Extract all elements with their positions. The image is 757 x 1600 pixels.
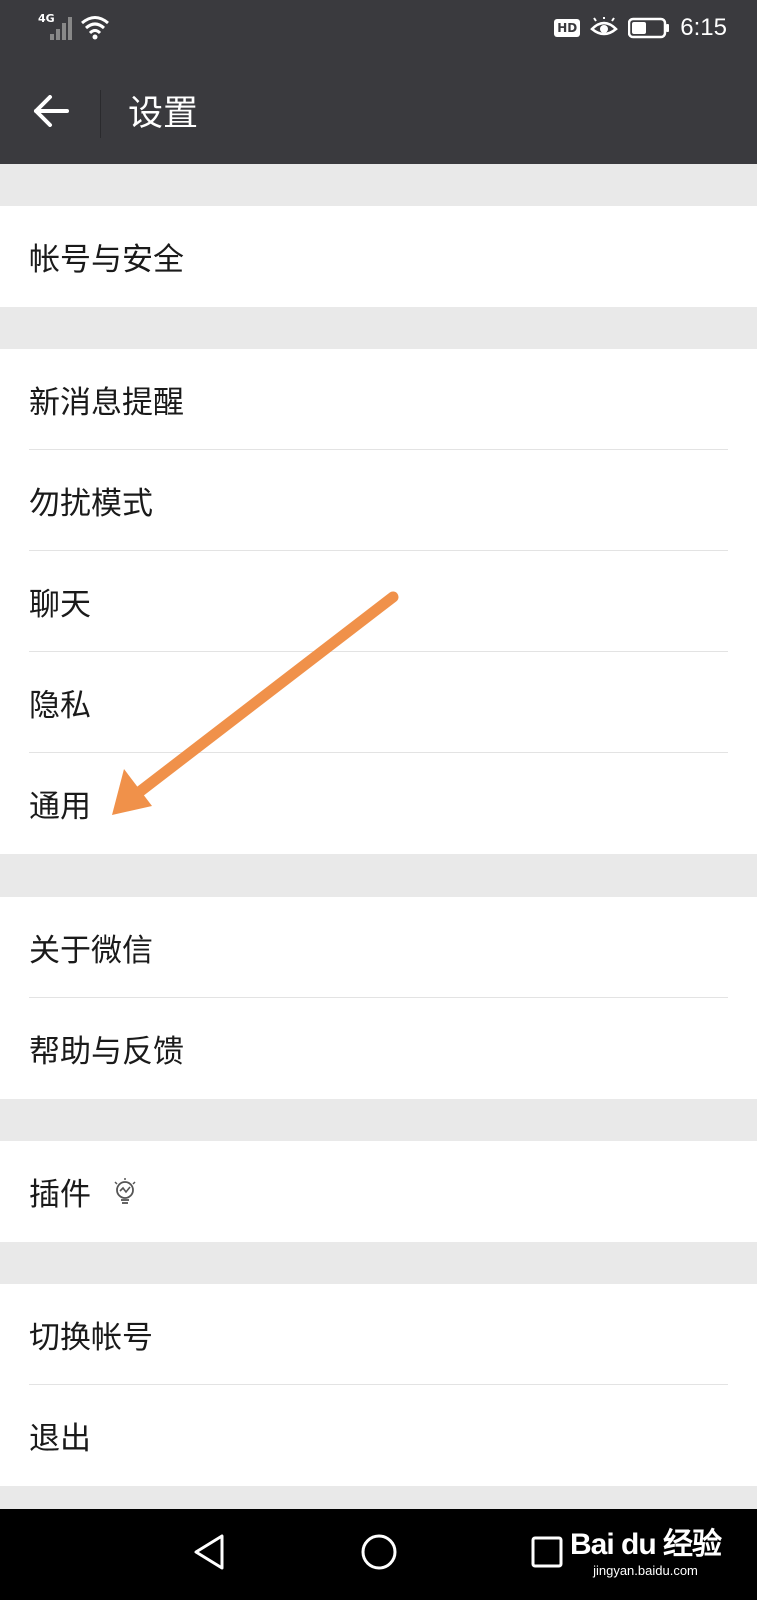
eye-icon	[590, 16, 619, 39]
status-left: 4G	[38, 12, 110, 40]
nav-recents-button[interactable]	[522, 1529, 572, 1579]
app-bar-divider	[100, 90, 101, 138]
settings-item-privacy[interactable]: 隐私	[0, 652, 757, 753]
page-title: 设置	[128, 94, 199, 134]
settings-item-switch-account[interactable]: 切换帐号	[0, 1284, 757, 1385]
settings-item-about-wechat[interactable]: 关于微信	[0, 897, 757, 998]
settings-group-logout: 切换帐号 退出	[0, 1284, 757, 1486]
settings-item-help-feedback[interactable]: 帮助与反馈	[0, 998, 757, 1099]
nav-back-button[interactable]	[185, 1529, 235, 1579]
battery-icon	[628, 17, 670, 39]
settings-item-label: 帮助与反馈	[29, 1034, 184, 1070]
settings-item-do-not-disturb[interactable]: 勿扰模式	[0, 450, 757, 551]
signal-icon: 4G	[38, 12, 74, 40]
settings-item-label: 切换帐号	[29, 1320, 153, 1356]
settings-item-chat[interactable]: 聊天	[0, 551, 757, 652]
baidu-watermark: Bai du 经验 jingyan.baidu.com	[569, 1519, 722, 1578]
hd-icon: HD	[554, 19, 581, 37]
settings-item-label: 关于微信	[29, 933, 153, 969]
settings-group-about: 关于微信 帮助与反馈	[0, 897, 757, 1099]
settings-item-plugins[interactable]: 插件	[0, 1141, 757, 1242]
recents-square-icon	[529, 1534, 565, 1574]
settings-item-label: 帐号与安全	[29, 242, 184, 278]
system-nav-bar: Bai du 经验 jingyan.baidu.com	[0, 1509, 757, 1600]
back-button[interactable]	[28, 90, 74, 136]
settings-item-general[interactable]: 通用	[0, 753, 757, 854]
status-bar: 4G HD 6:15	[0, 0, 757, 64]
back-arrow-icon	[33, 95, 69, 131]
settings-group-plugins: 插件	[0, 1141, 757, 1242]
home-circle-icon	[359, 1532, 399, 1576]
app-bar: 设置	[0, 64, 757, 164]
settings-item-logout[interactable]: 退出	[0, 1385, 757, 1486]
settings-item-label: 勿扰模式	[29, 486, 153, 522]
watermark-logo: Bai du 经验	[569, 1528, 722, 1561]
lightbulb-icon	[112, 1177, 138, 1207]
settings-group-account: 帐号与安全	[0, 206, 757, 307]
settings-item-label: 聊天	[29, 587, 91, 623]
wifi-icon	[80, 14, 110, 40]
nav-home-button[interactable]	[354, 1529, 404, 1579]
settings-item-label: 退出	[29, 1421, 91, 1457]
settings-item-label: 插件	[29, 1177, 91, 1213]
settings-item-label: 通用	[29, 789, 91, 825]
settings-item-notifications[interactable]: 新消息提醒	[0, 349, 757, 450]
settings-item-label: 新消息提醒	[29, 385, 184, 421]
status-time: 6:15	[680, 14, 727, 41]
back-triangle-icon	[192, 1532, 228, 1576]
settings-item-account-security[interactable]: 帐号与安全	[0, 206, 757, 307]
settings-item-label: 隐私	[29, 688, 91, 724]
status-right: HD 6:15	[554, 14, 727, 42]
watermark-url: jingyan.baidu.com	[593, 1563, 698, 1578]
settings-group-main: 新消息提醒 勿扰模式 聊天 隐私 通用	[0, 349, 757, 854]
